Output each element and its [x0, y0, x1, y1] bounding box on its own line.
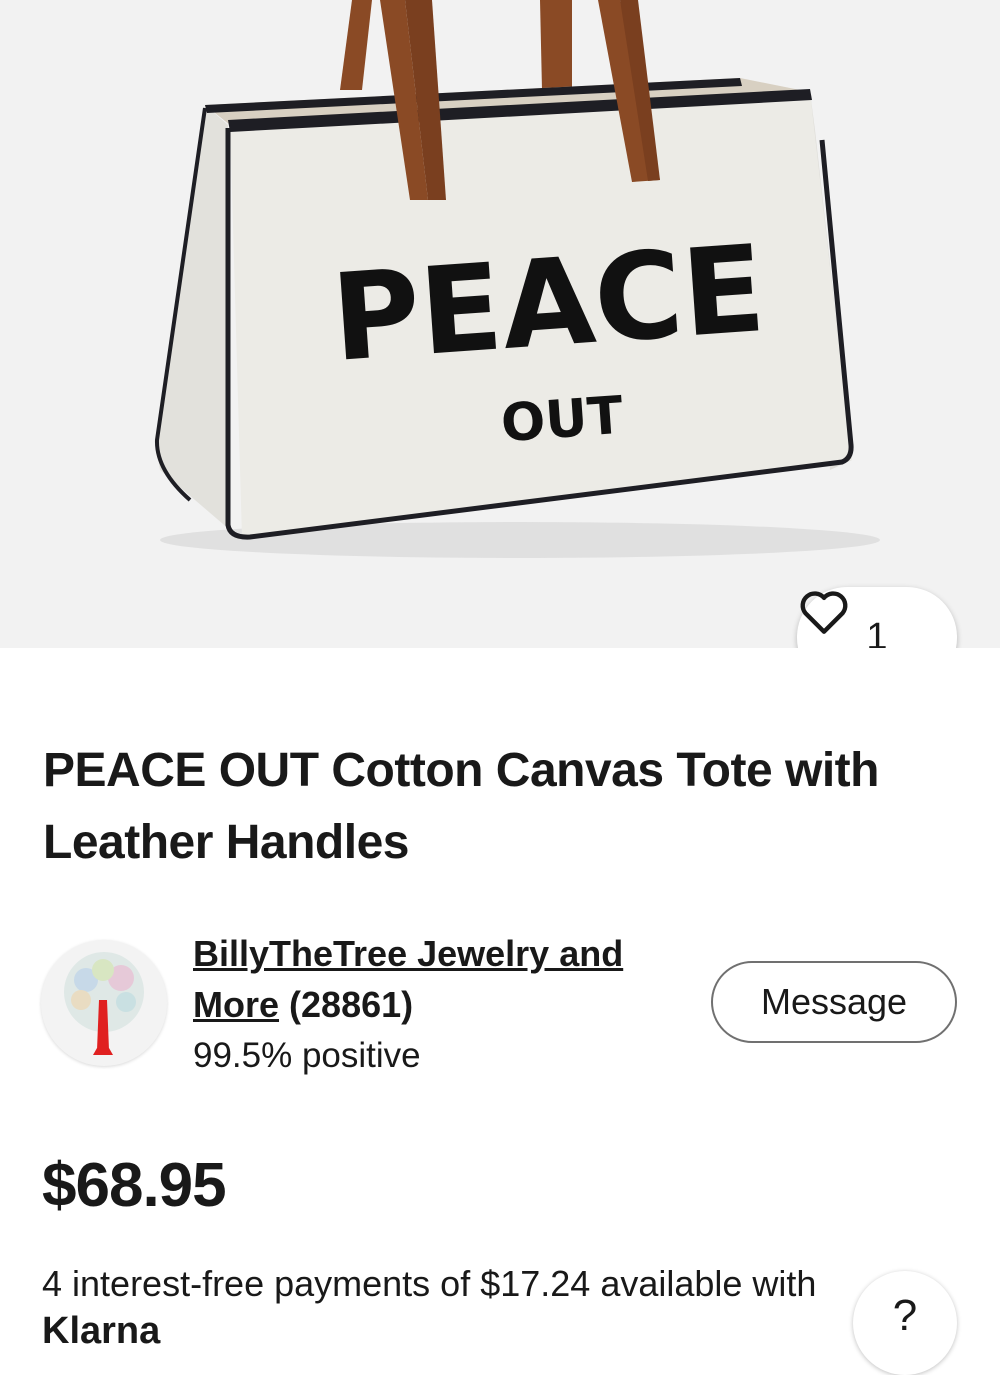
watch-button[interactable]: 1	[797, 587, 957, 648]
product-image-gallery[interactable]: PEACE OUT 1	[0, 0, 1000, 648]
seller-positive-feedback: 99.5% positive	[193, 1036, 421, 1075]
watch-count: 1	[866, 616, 888, 648]
installments-text: 4 interest-free payments of $17.24 avail…	[42, 1263, 817, 1304]
bag-print-out: OUT	[499, 386, 625, 454]
seller-avatar[interactable]	[41, 940, 167, 1066]
help-button[interactable]: ?	[853, 1271, 957, 1375]
product-image: PEACE OUT	[154, 0, 880, 558]
seller-info: BillyTheTree Jewelry and More (28861)	[193, 928, 663, 1030]
tree-logo-icon	[64, 952, 144, 1055]
item-price: $68.95	[42, 1151, 227, 1220]
feedback-count: (28861)	[289, 984, 414, 1025]
message-seller-button[interactable]: Message	[711, 961, 957, 1043]
product-title: PEACE OUT Cotton Canvas Tote with Leathe…	[43, 744, 879, 869]
klarna-logo: Klarna	[42, 1310, 161, 1352]
heart-icon	[800, 591, 848, 634]
seller-name: BillyTheTree Jewelry and More (28861)	[193, 928, 663, 1030]
